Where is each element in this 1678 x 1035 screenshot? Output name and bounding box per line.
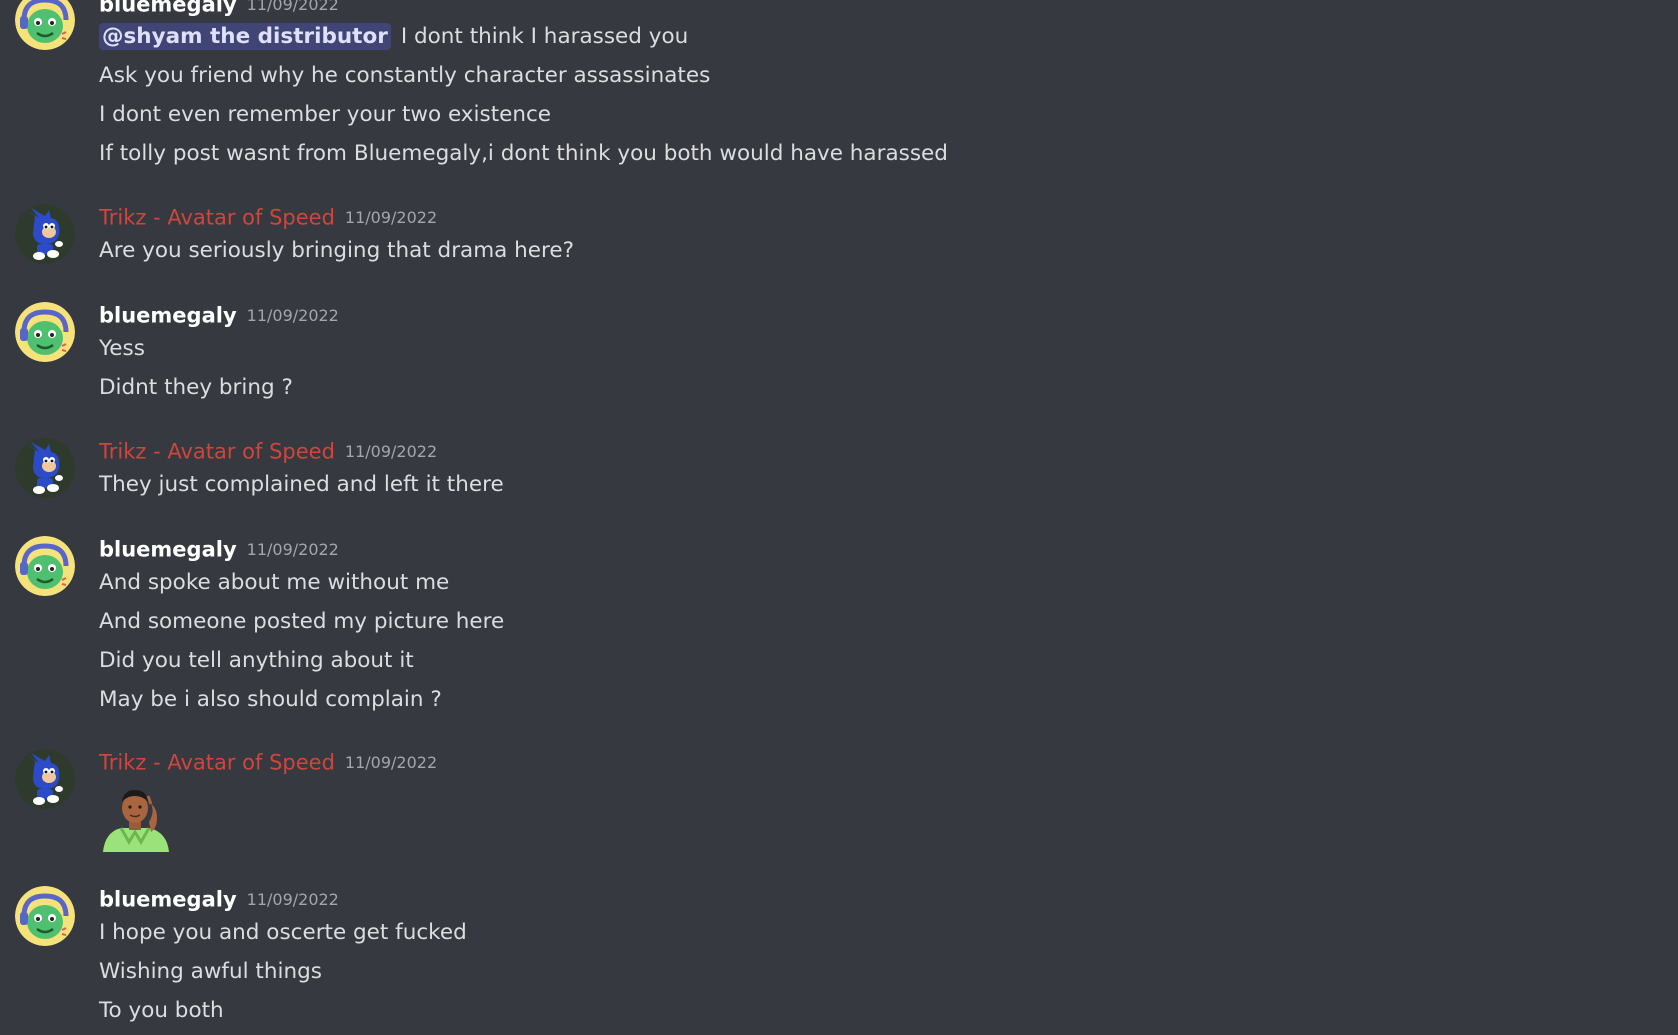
timestamp: 11/09/2022 (246, 889, 339, 909)
message-line: They just complained and left it there (99, 472, 504, 497)
message-header: Trikz - Avatar of Speed 11/09/2022 (99, 202, 437, 232)
sticker-image[interactable] (99, 782, 171, 852)
avatar-bluemegaly[interactable] (15, 536, 75, 596)
message-line: I dont even remember your two existence (99, 102, 552, 127)
message-line: And someone posted my picture here (99, 609, 505, 634)
avatar-bluemegaly[interactable] (15, 0, 75, 50)
avatar-bluemegaly[interactable] (15, 302, 75, 362)
message-line: Ask you friend why he constantly charact… (99, 63, 711, 88)
message-line: I hope you and oscerte get fucked (99, 920, 467, 945)
timestamp: 11/09/2022 (344, 207, 438, 227)
chat-messages: bluemegaly 11/09/2022 @shyam the distribu… (0, 0, 1678, 1035)
message-header: bluemegaly 11/09/2022 (99, 534, 339, 564)
username[interactable]: bluemegaly (99, 0, 237, 17)
avatar-trikz[interactable] (15, 204, 75, 264)
username[interactable]: bluemegaly (99, 538, 237, 562)
message-header: Trikz - Avatar of Speed 11/09/2022 (99, 436, 437, 466)
timestamp: 11/09/2022 (246, 305, 339, 325)
message-line: Yess (99, 336, 145, 361)
message-text: I dont think I harassed you (400, 24, 689, 49)
timestamp: 11/09/2022 (344, 441, 438, 461)
message-line: Are you seriously bringing that drama he… (99, 238, 575, 263)
message-line: Wishing awful things (99, 959, 322, 984)
username[interactable]: Trikz - Avatar of Speed (99, 751, 335, 775)
user-mention[interactable]: @shyam the distributor (99, 23, 391, 50)
avatar-trikz[interactable] (15, 749, 75, 809)
avatar-trikz[interactable] (15, 438, 75, 498)
timestamp: 11/09/2022 (344, 752, 438, 772)
message-line: To you both (99, 998, 224, 1023)
message-line: If tolly post wasnt from Bluemegaly,i do… (99, 141, 948, 166)
message-line: Didnt they bring ? (99, 375, 293, 400)
message-line: Did you tell anything about it (99, 648, 414, 673)
timestamp: 11/09/2022 (246, 0, 339, 14)
message-header: bluemegaly 11/09/2022 (99, 300, 339, 330)
username[interactable]: bluemegaly (99, 888, 237, 912)
username[interactable]: Trikz - Avatar of Speed (99, 206, 335, 230)
message-line: And spoke about me without me (99, 570, 450, 595)
timestamp: 11/09/2022 (246, 539, 339, 559)
message-line: May be i also should complain ? (99, 687, 442, 712)
username[interactable]: bluemegaly (99, 304, 237, 328)
message-header: Trikz - Avatar of Speed 11/09/2022 (99, 747, 437, 777)
username[interactable]: Trikz - Avatar of Speed (99, 440, 335, 464)
avatar-bluemegaly[interactable] (15, 886, 75, 946)
message-header: bluemegaly 11/09/2022 (99, 884, 339, 914)
message-header: bluemegaly 11/09/2022 (99, 0, 339, 19)
message-line: @shyam the distributor I dont think I har… (99, 21, 688, 53)
